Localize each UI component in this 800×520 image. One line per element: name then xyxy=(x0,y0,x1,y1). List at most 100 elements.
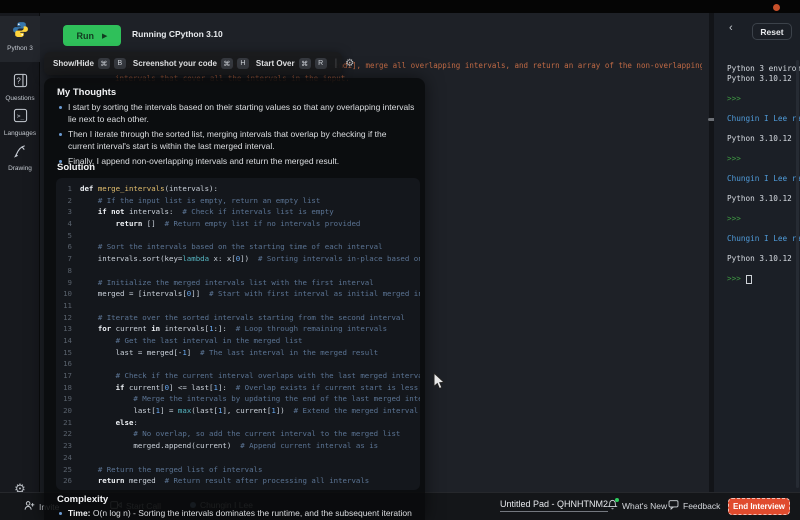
sidebar-item-label: Python 3 xyxy=(0,45,40,52)
sidebar-item-label: Languages xyxy=(0,130,40,137)
sidebar-item-python3[interactable]: Python 3 xyxy=(0,16,40,62)
question-book-icon: ? xyxy=(13,73,28,93)
console-line: Python 3.10.12 xyxy=(727,254,800,264)
gear-icon[interactable]: ⚙ xyxy=(345,58,354,69)
console-line: >>> xyxy=(727,94,800,104)
console-line: Python 3.10.12 xyxy=(727,194,800,204)
start-over-button[interactable]: Start Over ⌘ R xyxy=(256,58,327,69)
code-line: 1def merge_intervals(intervals): xyxy=(56,183,420,195)
feedback-button[interactable]: Feedback xyxy=(668,499,720,512)
complexity-label: Time: xyxy=(68,508,91,518)
code-line: 5 xyxy=(56,230,420,242)
code-line: 13 for current in intervals[1:]: # Loop … xyxy=(56,323,420,335)
run-button[interactable]: Run ▶ xyxy=(63,25,121,46)
complexity-text: O(n log n) - Sorting the intervals domin… xyxy=(68,508,412,520)
code-line: 15 last = merged[-1] # The last interval… xyxy=(56,347,420,359)
code-line: 12 # Iterate over the sorted intervals s… xyxy=(56,312,420,324)
show-hide-label: Show/Hide xyxy=(53,59,94,68)
run-button-label: Run xyxy=(77,31,95,41)
cmd-keycap: ⌘ xyxy=(221,58,233,69)
code-line: 16 xyxy=(56,358,420,370)
console-line: >>> xyxy=(727,214,800,224)
thought-item: I start by sorting the intervals based o… xyxy=(57,102,415,125)
complexity-item: Time: O(n log n) - Sorting the intervals… xyxy=(57,508,415,520)
recording-dot-icon xyxy=(773,4,780,11)
whats-new-label: What's New xyxy=(622,501,667,511)
code-line: 25 # Return the merged list of intervals xyxy=(56,464,420,476)
terminal-icon: >_ xyxy=(13,108,28,128)
complexity-title: Complexity xyxy=(57,494,108,505)
code-line: 10 merged = [intervals[0]] # Start with … xyxy=(56,288,420,300)
code-line: 6 # Sort the intervals based on the star… xyxy=(56,241,420,253)
bullet-dot xyxy=(59,133,62,136)
code-line: 24 xyxy=(56,452,420,464)
speech-bubble-icon xyxy=(668,499,679,512)
overlay-toolbar: Show/Hide ⌘ B Screenshot your code ⌘ H S… xyxy=(44,52,342,75)
code-line: 3 if not intervals: # Check if intervals… xyxy=(56,206,420,218)
cmd-keycap: ⌘ xyxy=(98,58,110,69)
code-line: 11 xyxy=(56,300,420,312)
console-line: Chungin I Lee ra xyxy=(727,174,800,184)
h-keycap: H xyxy=(237,58,249,69)
pen-icon xyxy=(13,143,28,163)
sidebar-item-drawing[interactable]: Drawing xyxy=(0,138,40,174)
code-line: 17 # Check if the current interval overl… xyxy=(56,370,420,382)
bullet-dot xyxy=(59,106,62,109)
screenshot-code-label: Screenshot your code xyxy=(133,59,217,68)
console-line: Chungin I Lee ra xyxy=(727,114,800,124)
bell-icon xyxy=(607,499,618,512)
console-line: >>> xyxy=(727,154,800,164)
play-icon: ▶ xyxy=(102,32,107,40)
console-scrollbar[interactable] xyxy=(796,60,799,488)
code-line: 22 # No overlap, so add the current inte… xyxy=(56,428,420,440)
cmd-keycap: ⌘ xyxy=(299,58,311,69)
code-line: 8 xyxy=(56,265,420,277)
code-block: 1def merge_intervals(intervals):2 # If t… xyxy=(56,178,420,490)
show-hide-button[interactable]: Show/Hide ⌘ B xyxy=(53,58,126,69)
pad-title-input[interactable]: Untitled Pad - QHNHTNM2 xyxy=(500,499,608,512)
reset-button[interactable]: Reset xyxy=(752,23,792,40)
svg-text:>_: >_ xyxy=(16,113,24,120)
code-line: 19 # Merge the intervals by updating the… xyxy=(56,393,420,405)
sidebar-item-questions[interactable]: ? Questions xyxy=(0,68,40,104)
run-status-text: Running CPython 3.10 xyxy=(132,29,223,39)
code-line: 2 # If the input list is empty, return a… xyxy=(56,195,420,207)
thought-item: Then I iterate through the sorted list, … xyxy=(57,129,415,152)
code-line: 4 return [] # Return empty list if no in… xyxy=(56,218,420,230)
r-keycap: R xyxy=(315,58,327,69)
toolbar-divider: | xyxy=(335,58,338,69)
thoughts-title: My Thoughts xyxy=(57,87,116,98)
code-line: 20 last[1] = max(last[1], current[1]) # … xyxy=(56,405,420,417)
code-line: 7 intervals.sort(key=lambda x: x[0]) # S… xyxy=(56,253,420,265)
start-over-label: Start Over xyxy=(256,59,295,68)
solution-title: Solution xyxy=(57,162,95,173)
svg-text:?: ? xyxy=(16,76,21,85)
code-line: 26 return merged # Return result after p… xyxy=(56,475,420,487)
thought-item: Finally, I append non-overlapping interv… xyxy=(57,156,415,168)
whats-new-button[interactable]: What's New xyxy=(607,499,667,512)
mouse-cursor xyxy=(433,372,446,396)
sidebar: Python 3 ? Questions >_ Languages Drawin… xyxy=(0,13,40,492)
python-logo-icon xyxy=(12,21,29,43)
code-line: 23 merged.append(current) # Append curre… xyxy=(56,440,420,452)
text-cursor xyxy=(746,275,752,284)
end-interview-button[interactable]: End Interview xyxy=(728,498,790,515)
notification-dot xyxy=(615,498,619,502)
chevron-left-icon[interactable]: ‹ xyxy=(729,22,733,34)
code-line: 14 # Get the last interval in the merged… xyxy=(56,335,420,347)
top-strip xyxy=(0,0,800,13)
code-line: 18 if current[0] <= last[1]: # Overlap e… xyxy=(56,382,420,394)
app-window: Python 3 ? Questions >_ Languages Drawin… xyxy=(0,0,800,520)
code-line: 21 else: xyxy=(56,417,420,429)
console-output[interactable]: Python 3 environPython 3.10.12>>>Chungin… xyxy=(727,64,800,484)
console-line: >>> xyxy=(727,274,800,284)
person-add-icon xyxy=(24,500,35,513)
thoughts-list: I start by sorting the intervals based o… xyxy=(57,102,415,172)
console-line: Python 3.10.12 xyxy=(727,74,800,84)
console-line: Python 3.10.12 xyxy=(727,134,800,144)
assistant-overlay-panel: My Thoughts I start by sorting the inter… xyxy=(44,78,425,520)
console-line: Chungin I Lee ra xyxy=(727,234,800,244)
sidebar-item-languages[interactable]: >_ Languages xyxy=(0,103,40,139)
sidebar-item-label: Questions xyxy=(0,95,40,102)
screenshot-code-button[interactable]: Screenshot your code ⌘ H xyxy=(133,58,249,69)
